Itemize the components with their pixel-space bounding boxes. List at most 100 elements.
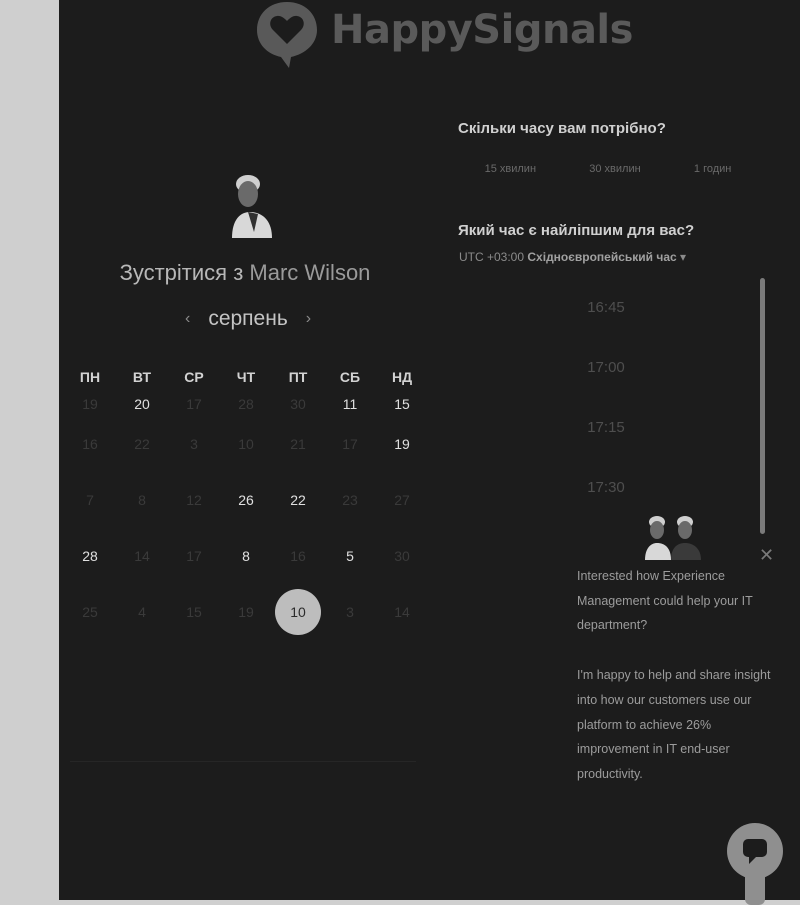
calendar-day[interactable]: 22 — [272, 472, 324, 528]
calendar-day: 30 — [272, 392, 324, 416]
calendar-day-number: 7 — [86, 492, 94, 508]
duration-option-30min[interactable]: 30 хвилин — [589, 163, 640, 175]
time-slot[interactable]: 17:15 — [560, 410, 652, 470]
calendar-day: 30 — [376, 528, 428, 584]
calendar-day-number: 19 — [238, 604, 254, 620]
calendar-day[interactable]: 11 — [324, 392, 376, 416]
calendar-day: 14 — [376, 584, 428, 640]
time-slot[interactable]: 16:45 — [560, 290, 652, 350]
calendar-week-row: 7 8 12 26 22 23 27 — [64, 472, 428, 528]
calendar-day: 12 — [168, 472, 220, 528]
calendar-day: 21 — [272, 416, 324, 472]
weekday-mon: ПН — [79, 369, 101, 385]
calendar-day-number: 30 — [290, 396, 306, 412]
calendar-day-number: 3 — [190, 436, 198, 452]
calendar-day[interactable]: 5 — [324, 528, 376, 584]
calendar-day-number: 20 — [134, 396, 150, 412]
calendar-day-number: 10 — [275, 589, 321, 635]
duration-option-1hour[interactable]: 1 годин — [694, 163, 731, 175]
calendar-day: 27 — [376, 472, 428, 528]
calendar-day-number: 4 — [138, 604, 146, 620]
chat-launcher-button[interactable] — [727, 823, 783, 905]
calendar-day-number: 25 — [82, 604, 98, 620]
chevron-down-icon: ▾ — [680, 250, 687, 264]
month-label: серпень — [208, 307, 288, 330]
calendar-day-number: 16 — [290, 548, 306, 564]
calendar-day-number: 12 — [186, 492, 202, 508]
calendar-day: 17 — [168, 392, 220, 416]
calendar-day-number: 30 — [394, 548, 410, 564]
calendar-day: 17 — [324, 416, 376, 472]
calendar-day-selected[interactable]: 10 — [272, 584, 324, 640]
calendar-day-number: 5 — [346, 548, 354, 564]
time-list-scrollbar[interactable] — [760, 278, 765, 534]
time-question: Який час є найліпшим для вас? — [458, 222, 695, 239]
calendar-day-number: 22 — [290, 492, 306, 508]
calendar-day: 22 — [116, 416, 168, 472]
calendar-day: 15 — [168, 584, 220, 640]
close-chat-icon[interactable]: ✕ — [759, 545, 774, 566]
calendar-grid: ПН ВТ СР ЧТ ПТ СБ НД 19 20 17 28 30 11 15 16 22 3… — [64, 362, 428, 640]
duration-option-15min[interactable]: 15 хвилин — [485, 163, 536, 175]
calendar-day-number: 22 — [134, 436, 150, 452]
divider — [70, 761, 416, 762]
weekday-sat: СБ — [339, 369, 361, 385]
calendar-day: 23 — [324, 472, 376, 528]
calendar-day-number: 19 — [394, 436, 410, 452]
calendar-day: 3 — [168, 416, 220, 472]
time-slot[interactable]: 17:30 — [560, 470, 652, 530]
time-slot[interactable]: 17:00 — [560, 350, 652, 410]
calendar-day-number: 8 — [242, 548, 250, 564]
month-navigation: ‹ серпень › — [185, 307, 311, 331]
chat-bubble-icon — [743, 839, 767, 864]
calendar-day: 16 — [64, 416, 116, 472]
chat-launcher-stem — [745, 875, 765, 905]
calendar-day-number: 16 — [82, 436, 98, 452]
weekday-header: ПН ВТ СР ЧТ ПТ СБ НД — [64, 362, 428, 392]
weekday-fri: ПТ — [288, 369, 308, 385]
calendar-day-number: 11 — [342, 396, 358, 412]
calendar-day-number: 14 — [134, 548, 150, 564]
calendar-day-number: 10 — [238, 436, 254, 452]
calendar-day[interactable]: 26 — [220, 472, 272, 528]
chat-message-2: I'm happy to help and share insight into… — [577, 668, 771, 781]
weekday-thu: ЧТ — [236, 369, 256, 385]
calendar-day: 17 — [168, 528, 220, 584]
calendar-day[interactable]: 8 — [220, 528, 272, 584]
calendar-day: 10 — [220, 416, 272, 472]
meet-prefix: Зустрітися з — [119, 260, 244, 285]
calendar-day-number: 15 — [186, 604, 202, 620]
timezone-offset: UTC +03:00 — [459, 250, 525, 264]
calendar-day: 25 — [64, 584, 116, 640]
calendar-day-number: 19 — [82, 396, 98, 412]
host-name: Marc Wilson — [249, 260, 371, 285]
calendar-week-row: 25 4 15 19 10 3 14 — [64, 584, 428, 640]
weekday-sun: НД — [391, 369, 413, 385]
calendar-day-number: 14 — [394, 604, 410, 620]
timezone-select[interactable]: UTC +03:00 Східноєвропейський час ▾ — [459, 250, 686, 264]
calendar-day[interactable]: 20 — [116, 392, 168, 416]
calendar-day: 19 — [64, 392, 116, 416]
calendar-body: 19 20 17 28 30 11 15 16 22 3 10 21 17 19 7 8 12 26 22 23 27 2… — [64, 392, 428, 640]
calendar-day-number: 26 — [238, 492, 254, 508]
calendar-day[interactable]: 19 — [376, 416, 428, 472]
calendar-day-number: 23 — [342, 492, 358, 508]
chat-message-1: Interested how Experience Management cou… — [577, 569, 753, 633]
calendar-day-number: 17 — [186, 396, 202, 412]
happysignals-logo: HappySignals — [255, 0, 633, 70]
calendar-day: 19 — [220, 584, 272, 640]
calendar-day[interactable]: 28 — [64, 528, 116, 584]
weekday-wed: СР — [184, 369, 204, 385]
duration-options: 15 хвилин 30 хвилин 1 годин — [458, 163, 758, 175]
calendar-day-number: 27 — [394, 492, 410, 508]
chat-agent-avatars — [643, 514, 709, 560]
calendar-day-number: 15 — [394, 396, 410, 412]
calendar-day-number: 3 — [346, 604, 354, 620]
calendar-day-number: 21 — [290, 436, 306, 452]
next-month-button[interactable]: › — [306, 310, 311, 328]
calendar-day-number: 28 — [238, 396, 254, 412]
timezone-name: Східноєвропейський час — [527, 250, 677, 264]
calendar-day-number: 28 — [82, 548, 98, 564]
prev-month-button[interactable]: ‹ — [185, 310, 190, 328]
calendar-day[interactable]: 15 — [376, 392, 428, 416]
